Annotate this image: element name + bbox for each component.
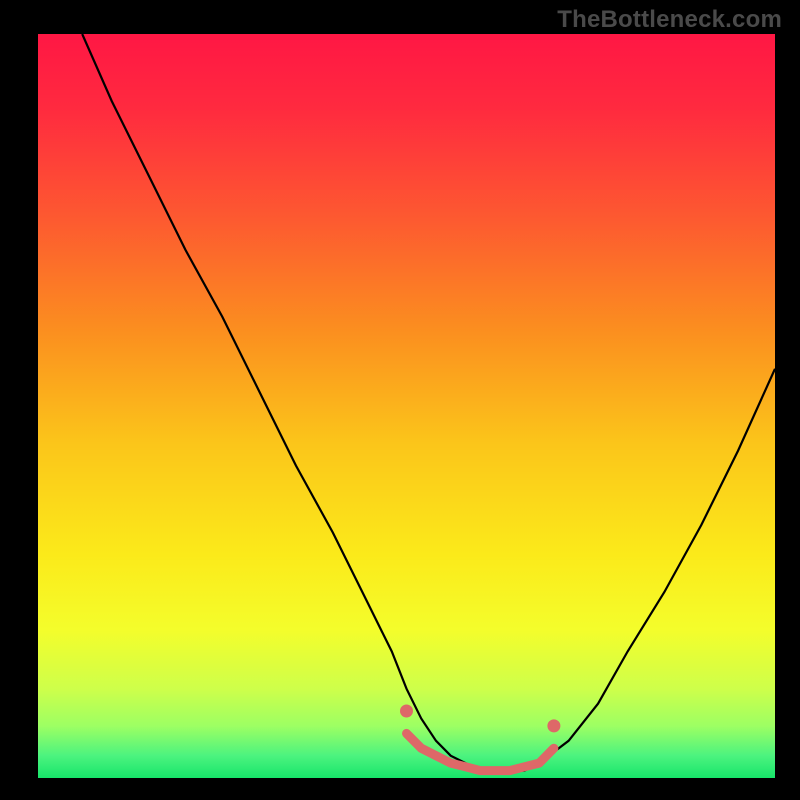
valley-endpoint-dot (400, 705, 413, 718)
chart-svg (0, 0, 800, 800)
watermark-text: TheBottleneck.com (557, 6, 782, 34)
plot-area (38, 34, 775, 778)
chart-stage: TheBottleneck.com (0, 0, 800, 800)
valley-endpoint-dot (547, 719, 560, 732)
heat-gradient-bg (38, 34, 775, 778)
